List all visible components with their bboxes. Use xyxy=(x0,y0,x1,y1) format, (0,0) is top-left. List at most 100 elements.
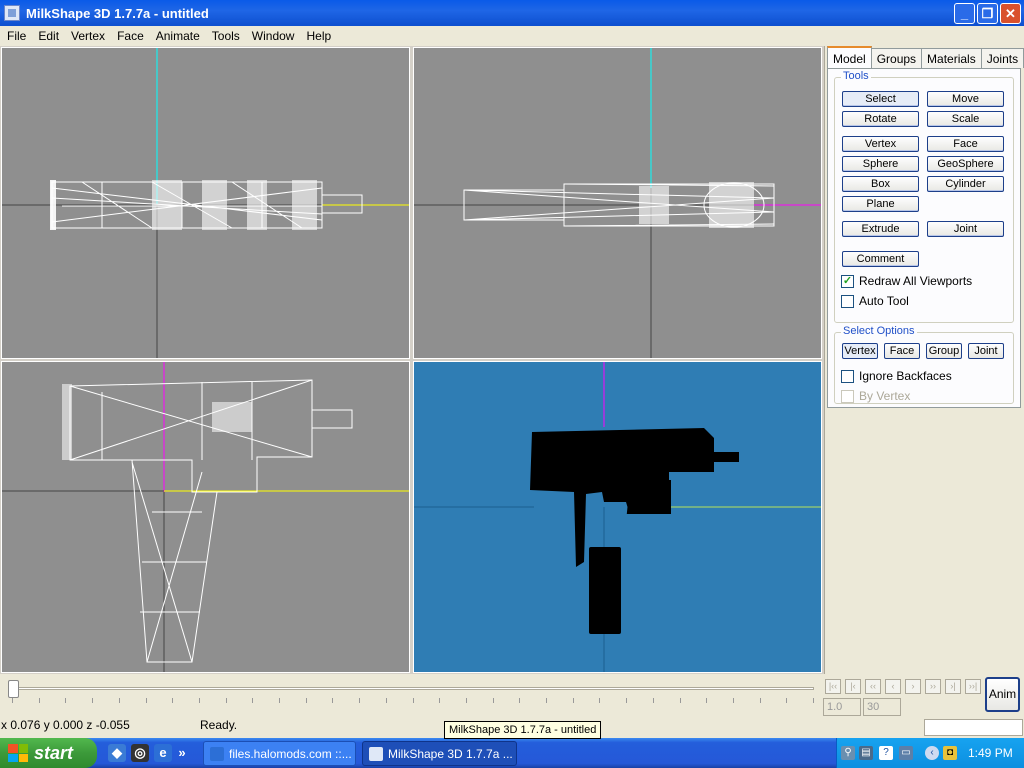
timeline-tick xyxy=(519,698,521,703)
scale-tool-button[interactable]: Scale xyxy=(927,111,1004,127)
first-frame-button[interactable]: |‹‹ xyxy=(825,679,841,694)
timeline-tick xyxy=(305,698,307,703)
network-icon[interactable]: ▤ xyxy=(859,746,873,760)
extrude-tool-button[interactable]: Extrude xyxy=(842,221,919,237)
timeline-tick xyxy=(465,698,467,703)
taskbar-clock: 1:49 PM xyxy=(968,746,1013,760)
comment-tool-button[interactable]: Comment xyxy=(842,251,919,267)
by-vertex-checkbox: By Vertex xyxy=(841,389,910,403)
select-vertex-button[interactable]: Vertex xyxy=(842,343,878,359)
rotate-tool-button[interactable]: Rotate xyxy=(842,111,919,127)
title-bar[interactable]: MilkShape 3D 1.7.7a - untitled _ ❐ ✕ xyxy=(0,0,1024,26)
tab-groups[interactable]: Groups xyxy=(870,48,923,68)
window-title: MilkShape 3D 1.7.7a - untitled xyxy=(26,5,209,21)
quick-launch-overflow-icon[interactable]: » xyxy=(176,744,188,762)
fast-forward-button[interactable]: ›› xyxy=(925,679,941,694)
select-face-button[interactable]: Face xyxy=(884,343,920,359)
internet-explorer-icon[interactable]: e xyxy=(154,744,172,762)
timeline-tick xyxy=(572,698,574,703)
timeline-tick xyxy=(118,698,120,703)
box-tool-button[interactable]: Box xyxy=(842,176,919,192)
close-button[interactable]: ✕ xyxy=(1000,3,1021,24)
system-tray: ⚲ ▤ ? ▭ ‹ ◘ 1:49 PM xyxy=(836,738,1024,768)
browser-icon[interactable]: ◎ xyxy=(131,744,149,762)
rewind-button[interactable]: ‹‹ xyxy=(865,679,881,694)
timeline-tick xyxy=(12,698,13,703)
timeline-tick xyxy=(172,698,174,703)
show-hidden-icons-icon[interactable]: ‹ xyxy=(925,746,939,760)
geosphere-tool-button[interactable]: GeoSphere xyxy=(927,156,1004,172)
timeline-tick xyxy=(225,698,227,703)
select-joint-button[interactable]: Joint xyxy=(968,343,1004,359)
ignore-backfaces-checkbox[interactable]: Ignore Backfaces xyxy=(841,369,952,383)
security-shield-icon[interactable]: ◘ xyxy=(943,746,957,760)
menu-window[interactable]: Window xyxy=(246,29,301,43)
sphere-tool-button[interactable]: Sphere xyxy=(842,156,919,172)
prev-key-button[interactable]: |‹ xyxy=(845,679,861,694)
timeline-tick xyxy=(145,698,147,703)
viewport-front[interactable] xyxy=(1,47,410,359)
menu-face[interactable]: Face xyxy=(111,29,150,43)
usb-icon[interactable]: ⚲ xyxy=(841,746,855,760)
timeline-tick xyxy=(92,698,94,703)
viewport-area xyxy=(0,46,824,674)
ignore-backfaces-label: Ignore Backfaces xyxy=(859,369,952,383)
windows-explorer-icon[interactable]: ◆ xyxy=(108,744,126,762)
viewport-3d[interactable] xyxy=(413,361,822,673)
tab-model[interactable]: Model xyxy=(827,46,872,68)
move-tool-button[interactable]: Move xyxy=(927,91,1004,107)
maximize-button[interactable]: ❐ xyxy=(977,3,998,24)
task-files-halomods[interactable]: files.halomods.com ::... xyxy=(203,741,356,766)
timeline-tick xyxy=(252,698,254,703)
animation-bar: |‹‹ |‹ ‹‹ ‹ › ›› ›| ››| 1.0 30 Anim xyxy=(0,674,1024,718)
face-tool-button[interactable]: Face xyxy=(927,136,1004,152)
select-group-button[interactable]: Group xyxy=(926,343,962,359)
help-icon[interactable]: ? xyxy=(879,746,893,760)
joint-tool-button[interactable]: Joint xyxy=(927,221,1004,237)
menu-file[interactable]: File xyxy=(1,29,32,43)
menu-bar: File Edit Vertex Face Animate Tools Wind… xyxy=(0,26,1024,46)
next-frame-button[interactable]: › xyxy=(905,679,921,694)
anim-button[interactable]: Anim xyxy=(985,677,1020,712)
auto-tool-checkbox[interactable]: Auto Tool xyxy=(841,294,909,308)
menu-tools[interactable]: Tools xyxy=(206,29,246,43)
redraw-all-viewports-label: Redraw All Viewports xyxy=(859,274,973,288)
last-frame-button[interactable]: ››| xyxy=(965,679,981,694)
internet-explorer-icon xyxy=(210,746,224,761)
timeline-slider-track[interactable] xyxy=(12,687,814,690)
timeline-tick xyxy=(599,698,601,703)
viewport-side[interactable] xyxy=(413,47,822,359)
frame-start-field[interactable]: 1.0 xyxy=(823,698,861,716)
tab-joints[interactable]: Joints xyxy=(980,48,1024,68)
plane-tool-button[interactable]: Plane xyxy=(842,196,919,212)
windows-flag-icon xyxy=(8,744,28,762)
redraw-all-viewports-checkbox[interactable]: ✓ Redraw All Viewports xyxy=(841,274,972,288)
timeline-tick xyxy=(786,698,788,703)
start-button[interactable]: start xyxy=(0,738,97,768)
viewport-top[interactable] xyxy=(1,361,410,673)
next-key-button[interactable]: ›| xyxy=(945,679,961,694)
select-tool-button[interactable]: Select xyxy=(842,91,919,107)
menu-vertex[interactable]: Vertex xyxy=(65,29,111,43)
menu-help[interactable]: Help xyxy=(300,29,337,43)
frame-end-field[interactable]: 30 xyxy=(863,698,901,716)
timeline-tick xyxy=(412,698,414,703)
monitor-icon[interactable]: ▭ xyxy=(899,746,913,760)
status-message: Ready. xyxy=(200,718,238,732)
tab-materials[interactable]: Materials xyxy=(921,48,982,68)
minimize-button[interactable]: _ xyxy=(954,3,975,24)
cylinder-tool-button[interactable]: Cylinder xyxy=(927,176,1004,192)
menu-edit[interactable]: Edit xyxy=(32,29,65,43)
timeline-tick xyxy=(706,698,708,703)
timeline-slider-thumb[interactable] xyxy=(8,680,19,698)
checkbox-unchecked-icon xyxy=(841,369,854,383)
task-label: MilkShape 3D 1.7.7a ... xyxy=(388,746,513,761)
menu-animate[interactable]: Animate xyxy=(150,29,206,43)
front-view-wireframe xyxy=(2,48,409,358)
timeline-tick xyxy=(546,698,547,703)
tool-sidebar: Model Groups Materials Joints Tools Sele… xyxy=(824,46,1024,674)
task-milkshape[interactable]: MilkShape 3D 1.7.7a ... xyxy=(362,741,517,766)
vertex-tool-button[interactable]: Vertex xyxy=(842,136,919,152)
prev-frame-button[interactable]: ‹ xyxy=(885,679,901,694)
milkshape-app-icon xyxy=(369,746,383,761)
